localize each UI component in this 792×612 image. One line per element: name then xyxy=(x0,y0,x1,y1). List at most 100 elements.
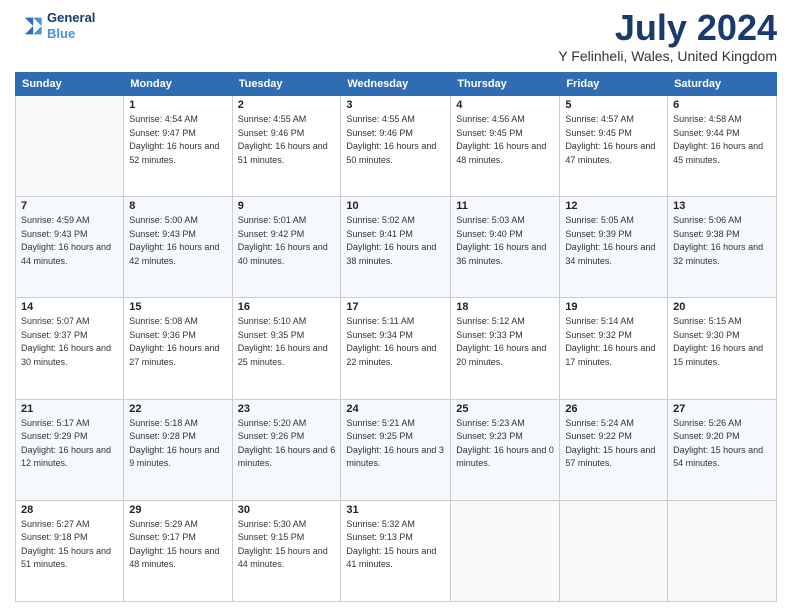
day-info: Sunrise: 4:55 AMSunset: 9:46 PMDaylight:… xyxy=(346,113,445,167)
cell-1-6: 5 Sunrise: 4:57 AMSunset: 9:45 PMDaylight… xyxy=(560,96,668,197)
day-info: Sunrise: 5:11 AMSunset: 9:34 PMDaylight:… xyxy=(346,315,445,369)
cell-3-6: 19 Sunrise: 5:14 AMSunset: 9:32 PMDayligh… xyxy=(560,298,668,399)
day-number: 23 xyxy=(238,403,336,415)
month-title: July 2024 xyxy=(558,10,777,46)
day-number: 6 xyxy=(673,99,771,111)
cell-4-4: 24Sunrise: 5:21 AMSunset: 9:25 PMDayligh… xyxy=(341,399,451,500)
day-number: 9 xyxy=(238,200,336,212)
cell-4-6: 26 Sunrise: 5:24 AMSunset: 9:22 PMDayligh… xyxy=(560,399,668,500)
cell-3-4: 17 Sunrise: 5:11 AMSunset: 9:34 PMDayligh… xyxy=(341,298,451,399)
day-info: Sunrise: 5:23 AMSunset: 9:23 PMDaylight:… xyxy=(456,417,554,471)
day-info: Sunrise: 5:24 AMSunset: 9:22 PMDaylight:… xyxy=(565,417,662,471)
day-number: 26 xyxy=(565,403,662,415)
day-info: Sunrise: 5:14 AMSunset: 9:32 PMDaylight:… xyxy=(565,315,662,369)
cell-1-1 xyxy=(16,96,124,197)
header-wednesday: Wednesday xyxy=(341,73,451,96)
day-number: 2 xyxy=(238,99,336,111)
day-info: Sunrise: 5:30 AMSunset: 9:15 PMDaylight:… xyxy=(238,518,336,572)
day-number: 1 xyxy=(129,99,226,111)
header-friday: Friday xyxy=(560,73,668,96)
cell-2-5: 11 Sunrise: 5:03 AMSunset: 9:40 PMDayligh… xyxy=(451,197,560,298)
cell-5-5 xyxy=(451,500,560,601)
title-block: July 2024 Y Felinheli, Wales, United Kin… xyxy=(558,10,777,64)
cell-1-3: 2 Sunrise: 4:55 AMSunset: 9:46 PMDaylight… xyxy=(232,96,341,197)
day-info: Sunrise: 4:54 AMSunset: 9:47 PMDaylight:… xyxy=(129,113,226,167)
day-info: Sunrise: 4:57 AMSunset: 9:45 PMDaylight:… xyxy=(565,113,662,167)
day-number: 29 xyxy=(129,504,226,516)
day-info: Sunrise: 5:00 AMSunset: 9:43 PMDaylight:… xyxy=(129,214,226,268)
cell-2-6: 12Sunrise: 5:05 AMSunset: 9:39 PMDayligh… xyxy=(560,197,668,298)
day-number: 17 xyxy=(346,301,445,313)
cell-1-2: 1 Sunrise: 4:54 AMSunset: 9:47 PMDaylight… xyxy=(124,96,232,197)
day-info: Sunrise: 5:01 AMSunset: 9:42 PMDaylight:… xyxy=(238,214,336,268)
cell-5-3: 30 Sunrise: 5:30 AMSunset: 9:15 PMDayligh… xyxy=(232,500,341,601)
cell-2-2: 8 Sunrise: 5:00 AMSunset: 9:43 PMDaylight… xyxy=(124,197,232,298)
day-number: 12 xyxy=(565,200,662,212)
day-number: 10 xyxy=(346,200,445,212)
day-info: Sunrise: 5:03 AMSunset: 9:40 PMDaylight:… xyxy=(456,214,554,268)
logo: General Blue xyxy=(15,10,95,41)
calendar-table: Sunday Monday Tuesday Wednesday Thursday… xyxy=(15,72,777,602)
page-container: General Blue July 2024 Y Felinheli, Wale… xyxy=(0,0,792,612)
week-row-5: 28 Sunrise: 5:27 AMSunset: 9:18 PMDayligh… xyxy=(16,500,777,601)
cell-1-4: 3 Sunrise: 4:55 AMSunset: 9:46 PMDaylight… xyxy=(341,96,451,197)
day-info: Sunrise: 5:27 AMSunset: 9:18 PMDaylight:… xyxy=(21,518,118,572)
day-number: 11 xyxy=(456,200,554,212)
day-info: Sunrise: 5:26 AMSunset: 9:20 PMDaylight:… xyxy=(673,417,771,471)
week-row-4: 21 Sunrise: 5:17 AMSunset: 9:29 PMDayligh… xyxy=(16,399,777,500)
week-row-3: 14Sunrise: 5:07 AMSunset: 9:37 PMDayligh… xyxy=(16,298,777,399)
cell-1-7: 6 Sunrise: 4:58 AMSunset: 9:44 PMDaylight… xyxy=(668,96,777,197)
header: General Blue July 2024 Y Felinheli, Wale… xyxy=(15,10,777,64)
cell-3-3: 16 Sunrise: 5:10 AMSunset: 9:35 PMDayligh… xyxy=(232,298,341,399)
cell-5-7 xyxy=(668,500,777,601)
cell-1-5: 4 Sunrise: 4:56 AMSunset: 9:45 PMDaylight… xyxy=(451,96,560,197)
cell-2-4: 10 Sunrise: 5:02 AMSunset: 9:41 PMDayligh… xyxy=(341,197,451,298)
cell-2-3: 9 Sunrise: 5:01 AMSunset: 9:42 PMDaylight… xyxy=(232,197,341,298)
day-number: 30 xyxy=(238,504,336,516)
day-number: 31 xyxy=(346,504,445,516)
day-number: 16 xyxy=(238,301,336,313)
day-number: 25 xyxy=(456,403,554,415)
day-number: 18 xyxy=(456,301,554,313)
day-info: Sunrise: 5:17 AMSunset: 9:29 PMDaylight:… xyxy=(21,417,118,471)
day-number: 21 xyxy=(21,403,118,415)
day-number: 5 xyxy=(565,99,662,111)
day-info: Sunrise: 4:58 AMSunset: 9:44 PMDaylight:… xyxy=(673,113,771,167)
day-info: Sunrise: 5:15 AMSunset: 9:30 PMDaylight:… xyxy=(673,315,771,369)
day-number: 19 xyxy=(565,301,662,313)
cell-4-5: 25 Sunrise: 5:23 AMSunset: 9:23 PMDayligh… xyxy=(451,399,560,500)
weekday-header-row: Sunday Monday Tuesday Wednesday Thursday… xyxy=(16,73,777,96)
day-number: 15 xyxy=(129,301,226,313)
cell-4-3: 23 Sunrise: 5:20 AMSunset: 9:26 PMDayligh… xyxy=(232,399,341,500)
day-info: Sunrise: 4:59 AMSunset: 9:43 PMDaylight:… xyxy=(21,214,118,268)
day-number: 22 xyxy=(129,403,226,415)
day-info: Sunrise: 4:56 AMSunset: 9:45 PMDaylight:… xyxy=(456,113,554,167)
day-info: Sunrise: 5:20 AMSunset: 9:26 PMDaylight:… xyxy=(238,417,336,471)
day-info: Sunrise: 5:29 AMSunset: 9:17 PMDaylight:… xyxy=(129,518,226,572)
day-number: 28 xyxy=(21,504,118,516)
cell-4-7: 27Sunrise: 5:26 AMSunset: 9:20 PMDayligh… xyxy=(668,399,777,500)
cell-3-5: 18Sunrise: 5:12 AMSunset: 9:33 PMDayligh… xyxy=(451,298,560,399)
logo-icon xyxy=(15,12,43,40)
cell-5-2: 29 Sunrise: 5:29 AMSunset: 9:17 PMDayligh… xyxy=(124,500,232,601)
week-row-2: 7Sunrise: 4:59 AMSunset: 9:43 PMDaylight… xyxy=(16,197,777,298)
location: Y Felinheli, Wales, United Kingdom xyxy=(558,48,777,64)
day-number: 3 xyxy=(346,99,445,111)
cell-3-2: 15Sunrise: 5:08 AMSunset: 9:36 PMDayligh… xyxy=(124,298,232,399)
day-info: Sunrise: 5:02 AMSunset: 9:41 PMDaylight:… xyxy=(346,214,445,268)
header-tuesday: Tuesday xyxy=(232,73,341,96)
header-thursday: Thursday xyxy=(451,73,560,96)
day-number: 4 xyxy=(456,99,554,111)
cell-3-1: 14Sunrise: 5:07 AMSunset: 9:37 PMDayligh… xyxy=(16,298,124,399)
day-number: 14 xyxy=(21,301,118,313)
day-info: Sunrise: 5:10 AMSunset: 9:35 PMDaylight:… xyxy=(238,315,336,369)
day-info: Sunrise: 4:55 AMSunset: 9:46 PMDaylight:… xyxy=(238,113,336,167)
logo-text: General Blue xyxy=(47,10,95,41)
day-number: 13 xyxy=(673,200,771,212)
cell-2-1: 7Sunrise: 4:59 AMSunset: 9:43 PMDaylight… xyxy=(16,197,124,298)
day-info: Sunrise: 5:32 AMSunset: 9:13 PMDaylight:… xyxy=(346,518,445,572)
header-sunday: Sunday xyxy=(16,73,124,96)
cell-5-1: 28 Sunrise: 5:27 AMSunset: 9:18 PMDayligh… xyxy=(16,500,124,601)
day-info: Sunrise: 5:06 AMSunset: 9:38 PMDaylight:… xyxy=(673,214,771,268)
day-number: 8 xyxy=(129,200,226,212)
